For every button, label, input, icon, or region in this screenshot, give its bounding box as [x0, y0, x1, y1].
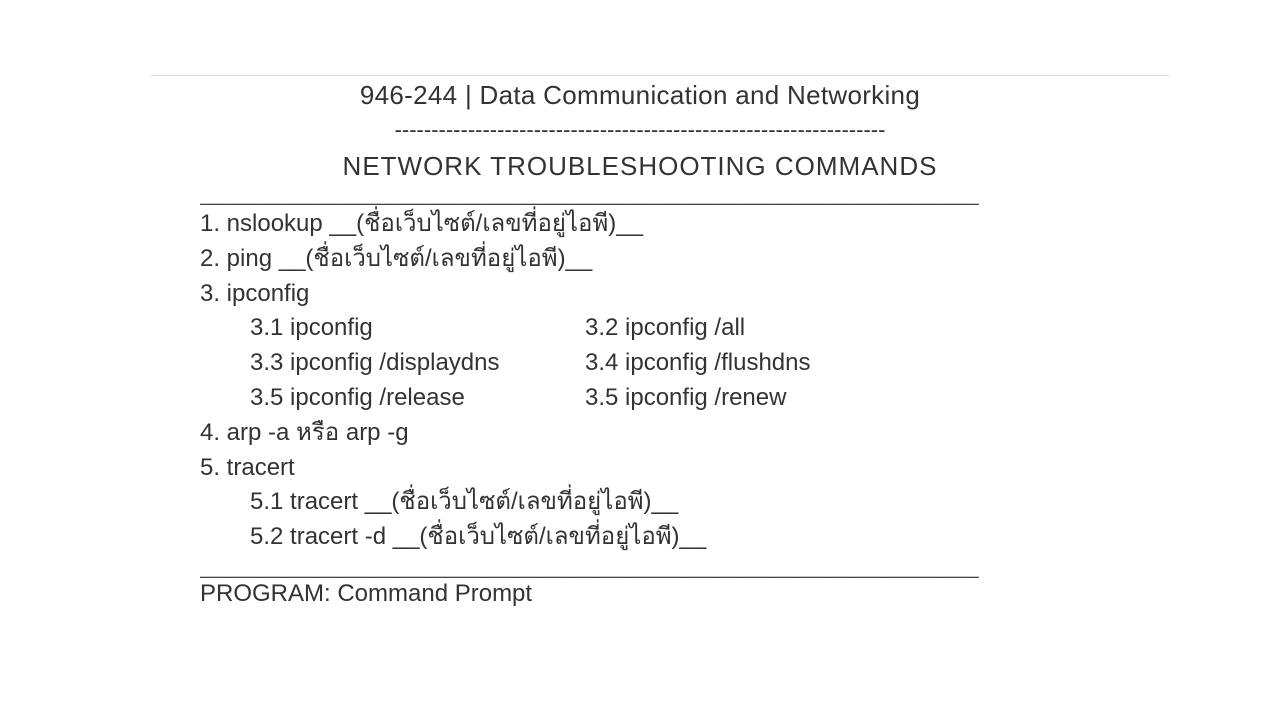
command-item-5-2: 5.2 tracert -d __(ชื่อเว็บไซต์/เลขที่อยู… — [200, 520, 1110, 555]
command-item-4: 4. arp -a หรือ arp -g — [200, 416, 1110, 451]
command-item-3-4: 3.4 ipconfig /flushdns — [585, 346, 920, 381]
command-item-3-2: 3.2 ipconfig /all — [585, 311, 920, 346]
command-item-3-6: 3.5 ipconfig /renew — [585, 381, 920, 416]
document-subtitle: NETWORK TROUBLESHOOTING COMMANDS — [150, 151, 1130, 182]
command-item-3-3: 3.3 ipconfig /displaydns — [250, 346, 585, 381]
top-border-line — [150, 75, 1170, 76]
command-item-3-5: 3.5 ipconfig /release — [250, 381, 585, 416]
course-title: 946-244 | Data Communication and Network… — [150, 80, 1130, 111]
header-block: 946-244 | Data Communication and Network… — [150, 80, 1130, 182]
command-item-3-1: 3.1 ipconfig — [250, 311, 585, 346]
dash-separator: ----------------------------------------… — [150, 117, 1130, 143]
horizontal-rule-bottom: ________________________________________… — [200, 557, 1110, 580]
command-item-2: 2. ping __(ชื่อเว็บไซต์/เลขที่อยู่ไอพี)_… — [200, 242, 1110, 277]
program-line: PROGRAM: Command Prompt — [200, 580, 1130, 608]
command-item-5-1: 5.1 tracert __(ชื่อเว็บไซต์/เลขที่อยู่ไอ… — [200, 485, 1110, 520]
command-item-3: 3. ipconfig — [200, 277, 1110, 312]
command-item-1: 1. nslookup __(ชื่อเว็บไซต์/เลขที่อยู่ไอ… — [200, 207, 1110, 242]
command-item-5: 5. tracert — [200, 451, 1110, 486]
ipconfig-row-2: 3.3 ipconfig /displaydns 3.4 ipconfig /f… — [200, 346, 1110, 381]
ipconfig-row-3: 3.5 ipconfig /release 3.5 ipconfig /rene… — [200, 381, 1110, 416]
horizontal-rule-top: ________________________________________… — [200, 184, 1110, 207]
ipconfig-row-1: 3.1 ipconfig 3.2 ipconfig /all — [200, 311, 1110, 346]
content-block: ________________________________________… — [200, 184, 1110, 580]
document-page: 946-244 | Data Communication and Network… — [0, 0, 1280, 720]
